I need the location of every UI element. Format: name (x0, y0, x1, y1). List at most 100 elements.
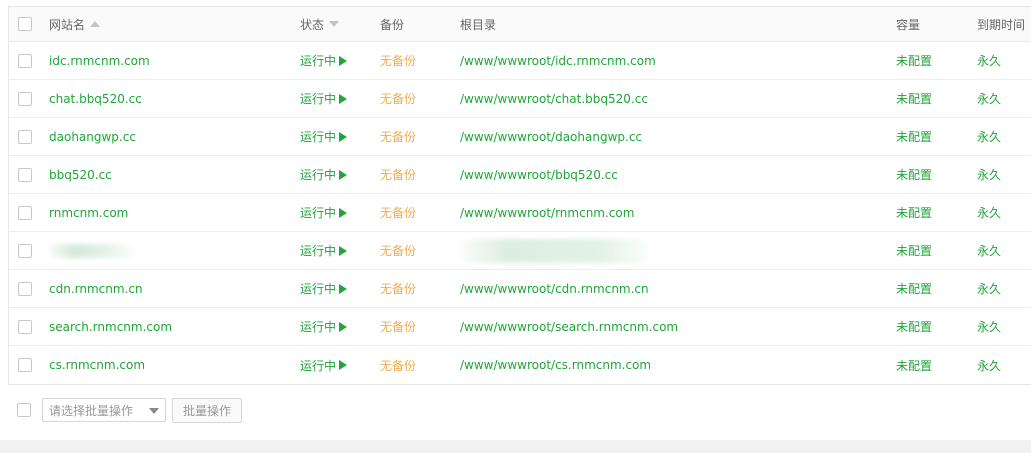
site-name-link[interactable]: idc.rnmcnm.com (49, 54, 150, 68)
expire-link[interactable]: 永久 (977, 204, 1001, 221)
quota-link[interactable]: 未配置 (896, 90, 932, 107)
status-cell[interactable]: 运行中 (300, 80, 348, 117)
site-table: 网站名 状态 备份 根目录 容量 到期时间 idc.rnmcnm.com 运行中 (8, 6, 1031, 385)
backup-link[interactable]: 无备份 (380, 204, 416, 221)
status-cell[interactable]: 运行中 (300, 156, 348, 193)
site-name-link[interactable]: search.rnmcnm.com (49, 320, 172, 334)
row-checkbox[interactable] (18, 53, 32, 68)
quota-link[interactable]: 未配置 (896, 242, 932, 259)
root-path-link[interactable]: /www/wwwroot/cdn.rnmcnm.cn (460, 282, 649, 296)
expire-cell: 永久 (977, 270, 1001, 307)
root-path-link[interactable]: /www/wwwroot/daohangwp.cc (460, 130, 642, 144)
quota-link[interactable]: 未配置 (896, 204, 932, 221)
quota-cell: 未配置 (896, 118, 932, 155)
backup-cell: 无备份 (380, 80, 416, 117)
status-cell[interactable]: 运行中 (300, 308, 348, 345)
status-text: 运行中 (300, 54, 337, 68)
select-all-checkbox[interactable] (18, 17, 32, 31)
expire-link[interactable]: 永久 (977, 280, 1001, 297)
row-checkbox[interactable] (18, 358, 32, 372)
site-name-link[interactable]: cs.rnmcnm.com (49, 358, 145, 372)
expire-link[interactable]: 永久 (977, 242, 1001, 259)
row-check-cell (18, 156, 32, 193)
quota-link[interactable]: 未配置 (896, 280, 932, 297)
row-checkbox[interactable] (18, 281, 32, 296)
root-path-link[interactable]: /www/wwwroot/rnmcnm.com (460, 206, 634, 220)
bottom-panel-edge (0, 440, 1031, 453)
root-path-link[interactable]: /www/wwwroot/cs.rnmcnm.com (460, 358, 651, 372)
expire-link[interactable]: 永久 (977, 166, 1001, 183)
batch-operation-button[interactable]: 批量操作 (172, 398, 242, 423)
backup-link[interactable]: 无备份 (380, 318, 416, 335)
play-icon (339, 283, 348, 294)
site-name-cell: idc.rnmcnm.com (49, 42, 150, 79)
root-path-link[interactable]: /www/wwwroot/chat.bbq520.cc (460, 92, 648, 106)
site-name-link[interactable]: chat.bbq520.cc (49, 92, 142, 106)
row-checkbox[interactable] (18, 319, 32, 334)
status-cell[interactable]: 运行中 (300, 346, 348, 384)
expire-cell: 永久 (977, 232, 1001, 269)
play-icon (339, 55, 348, 66)
quota-link[interactable]: 未配置 (896, 318, 932, 335)
row-check-cell (18, 270, 32, 307)
row-checkbox[interactable] (18, 91, 32, 106)
select-all-cell (18, 7, 32, 41)
batch-operation-select[interactable]: 请选择批量操作 (42, 398, 166, 422)
row-checkbox[interactable] (18, 129, 32, 144)
backup-link[interactable]: 无备份 (380, 52, 416, 69)
root-path-link[interactable]: /www/wwwroot/idc.rnmcnm.com (460, 54, 656, 68)
status-cell[interactable]: 运行中 (300, 270, 348, 307)
site-name-link[interactable]: rnmcnm.com (49, 206, 128, 220)
row-checkbox[interactable] (18, 243, 32, 258)
status-cell[interactable]: 运行中 (300, 118, 348, 155)
status-cell[interactable]: 运行中 (300, 232, 348, 269)
backup-cell: 无备份 (380, 232, 416, 269)
quota-link[interactable]: 未配置 (896, 52, 932, 69)
quota-cell: 未配置 (896, 194, 932, 231)
backup-link[interactable]: 无备份 (380, 90, 416, 107)
quota-link[interactable]: 未配置 (896, 166, 932, 183)
footer-select-all-checkbox[interactable] (17, 403, 31, 417)
backup-link[interactable]: 无备份 (380, 280, 416, 297)
expire-link[interactable]: 永久 (977, 52, 1001, 69)
status-text: 运行中 (300, 320, 337, 334)
play-icon (339, 93, 348, 104)
table-row: bbq520.cc 运行中 无备份 /www/wwwroot/bbq520.cc… (9, 156, 1031, 194)
table-header: 网站名 状态 备份 根目录 容量 到期时间 (9, 7, 1031, 42)
root-path-link[interactable]: /www/wwwroot/search.rnmcnm.com (460, 320, 678, 334)
row-check-cell (18, 42, 32, 79)
table-row: idc.rnmcnm.com 运行中 无备份 /www/wwwroot/idc.… (9, 42, 1031, 80)
site-name-cell: search.rnmcnm.com (49, 308, 172, 345)
quota-link[interactable]: 未配置 (896, 357, 932, 374)
root-path-cell: /www/wwwroot/search.rnmcnm.com (460, 308, 678, 345)
header-status-label: 状态 (300, 17, 325, 32)
status-cell[interactable]: 运行中 (300, 194, 348, 231)
header-name[interactable]: 网站名 (49, 7, 101, 41)
site-name-link[interactable]: cdn.rnmcnm.cn (49, 282, 143, 296)
expire-link[interactable]: 永久 (977, 128, 1001, 145)
backup-cell: 无备份 (380, 194, 416, 231)
site-name-link[interactable]: bbq520.cc (49, 168, 112, 182)
site-name-link[interactable]: daohangwp.cc (49, 130, 136, 144)
expire-link[interactable]: 永久 (977, 318, 1001, 335)
quota-link[interactable]: 未配置 (896, 128, 932, 145)
backup-link[interactable]: 无备份 (380, 242, 416, 259)
root-path-cell: /www/wwwroot/cdn.rnmcnm.cn (460, 270, 649, 307)
play-icon (339, 321, 348, 332)
backup-link[interactable]: 无备份 (380, 166, 416, 183)
backup-link[interactable]: 无备份 (380, 128, 416, 145)
redacted-root-path (460, 238, 650, 263)
status-cell[interactable]: 运行中 (300, 42, 348, 79)
expire-cell: 永久 (977, 308, 1001, 345)
expire-cell: 永久 (977, 80, 1001, 117)
backup-link[interactable]: 无备份 (380, 357, 416, 374)
expire-link[interactable]: 永久 (977, 357, 1001, 374)
table-row: cs.rnmcnm.com 运行中 无备份 /www/wwwroot/cs.rn… (9, 346, 1031, 384)
header-status[interactable]: 状态 (300, 7, 340, 41)
backup-cell: 无备份 (380, 118, 416, 155)
status-text: 运行中 (300, 92, 337, 106)
row-checkbox[interactable] (18, 167, 32, 182)
row-checkbox[interactable] (18, 205, 32, 220)
root-path-link[interactable]: /www/wwwroot/bbq520.cc (460, 168, 618, 182)
expire-link[interactable]: 永久 (977, 90, 1001, 107)
